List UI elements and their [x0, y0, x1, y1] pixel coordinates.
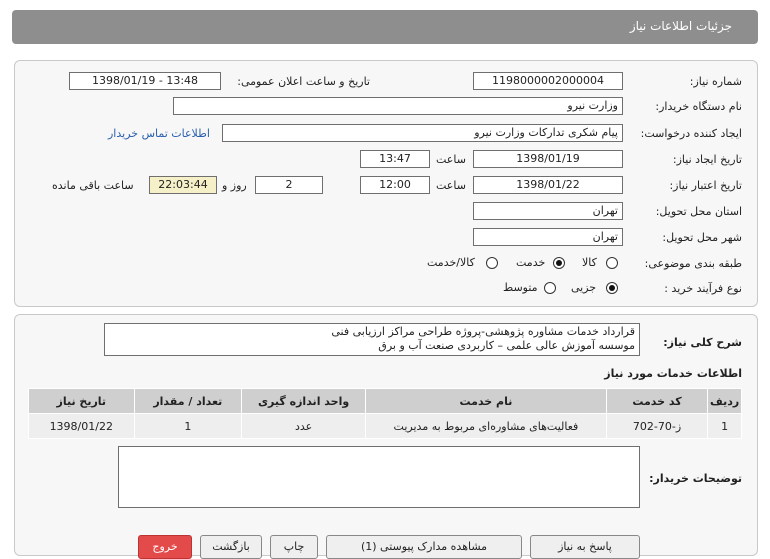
days-field[interactable]: 2 [255, 176, 323, 194]
process-minor-radio[interactable] [606, 282, 618, 294]
validity-label: تاریخ اعتبار نیاز: [669, 179, 742, 192]
summary-line-2: موسسه آموزش عالی علمی – کاربردی صنعت آب … [378, 339, 635, 352]
summary-box[interactable]: قرارداد خدمات مشاوره پژوهشی-پروژه طراحی … [104, 323, 640, 356]
contact-buyer-link[interactable]: اطلاعات تماس خریدار [108, 127, 210, 140]
services-table: ردیف کد خدمت نام خدمت واحد اندازه گیری ت… [28, 388, 742, 439]
cell-row: 1 [707, 413, 742, 439]
cell-service-code: ز-70-702 [605, 413, 709, 439]
cell-need-date: 1398/01/22 [28, 413, 135, 439]
process-label: نوع فرآیند خرید : [664, 282, 742, 295]
buyer-org-field[interactable]: وزارت نیرو [173, 97, 623, 115]
requester-field[interactable]: پیام شکری تدارکات وزارت نیرو [222, 124, 623, 142]
category-service-label: خدمت [516, 256, 546, 269]
buyer-notes-label: توضیحات خریدار: [649, 472, 742, 485]
remaining-label: ساعت باقی مانده [52, 179, 134, 192]
col-unit: واحد اندازه گیری [241, 388, 367, 414]
validity-date-field[interactable]: 1398/01/22 [473, 176, 623, 194]
created-time-field[interactable]: 13:47 [360, 150, 430, 168]
reply-button[interactable]: پاسخ به نیاز [530, 535, 640, 559]
page-title: جزئیات اطلاعات نیاز [629, 19, 732, 33]
province-label: استان محل تحویل: [655, 205, 742, 218]
table-row[interactable]: 1 ز-70-702 فعالیت‌های مشاوره‌ای مربوط به… [28, 413, 742, 439]
category-goods-service-radio[interactable] [486, 257, 498, 269]
col-need-date: تاریخ نیاز [28, 388, 135, 414]
process-minor-label: جزیی [571, 281, 597, 294]
announce-field[interactable]: 1398/01/19 - 13:48 [69, 72, 221, 90]
category-goods-label: کالا [582, 256, 597, 269]
created-date-label: تاریخ ایجاد نیاز: [672, 153, 742, 166]
col-service-name: نام خدمت [365, 388, 607, 414]
col-row: ردیف [707, 388, 742, 414]
back-button[interactable]: بازگشت [200, 535, 262, 559]
buyer-org-label: نام دستگاه خریدار: [655, 100, 742, 113]
created-time-label: ساعت [436, 153, 466, 166]
category-goods-service-label: کالا/خدمت [427, 256, 475, 269]
services-table-wrap: ردیف کد خدمت نام خدمت واحد اندازه گیری ت… [28, 388, 742, 439]
category-label: طبقه بندی موضوعی: [644, 257, 742, 270]
process-medium-radio[interactable] [544, 282, 556, 294]
summary-line-1: قرارداد خدمات مشاوره پژوهشی-پروژه طراحی … [331, 325, 635, 338]
province-field[interactable]: تهران [473, 202, 623, 220]
cell-service-name: فعالیت‌های مشاوره‌ای مربوط به مدیریت [365, 413, 607, 439]
category-service-radio[interactable] [553, 257, 565, 269]
print-button[interactable]: چاپ [270, 535, 318, 559]
remaining-time-field: 22:03:44 [149, 176, 217, 194]
services-title: اطلاعات خدمات مورد نیاز [604, 367, 742, 380]
city-label: شهر محل تحویل: [662, 231, 742, 244]
validity-time-field[interactable]: 12:00 [360, 176, 430, 194]
cell-unit: عدد [241, 413, 367, 439]
announce-label: تاریخ و ساعت اعلان عمومی: [237, 75, 370, 88]
summary-label: شرح کلی نیاز: [663, 336, 742, 349]
page-header: جزئیات اطلاعات نیاز [12, 10, 758, 44]
services-header-row: ردیف کد خدمت نام خدمت واحد اندازه گیری ت… [28, 388, 742, 414]
days-label: روز و [222, 179, 247, 192]
process-medium-label: متوسط [503, 281, 538, 294]
need-number-field[interactable]: 1198000002000004 [473, 72, 623, 90]
cell-quantity: 1 [133, 413, 243, 439]
validity-time-label: ساعت [436, 179, 466, 192]
view-attachments-button[interactable]: مشاهده مدارک پیوستی (1) [326, 535, 522, 559]
col-service-code: کد خدمت [605, 388, 709, 414]
requester-label: ایجاد کننده درخواست: [640, 127, 742, 140]
exit-button[interactable]: خروج [138, 535, 192, 559]
need-number-label: شماره نیاز: [689, 75, 742, 88]
created-date-field[interactable]: 1398/01/19 [473, 150, 623, 168]
category-goods-radio[interactable] [606, 257, 618, 269]
city-field[interactable]: تهران [473, 228, 623, 246]
col-quantity: تعداد / مقدار [133, 388, 243, 414]
buyer-notes-box[interactable] [118, 446, 640, 508]
